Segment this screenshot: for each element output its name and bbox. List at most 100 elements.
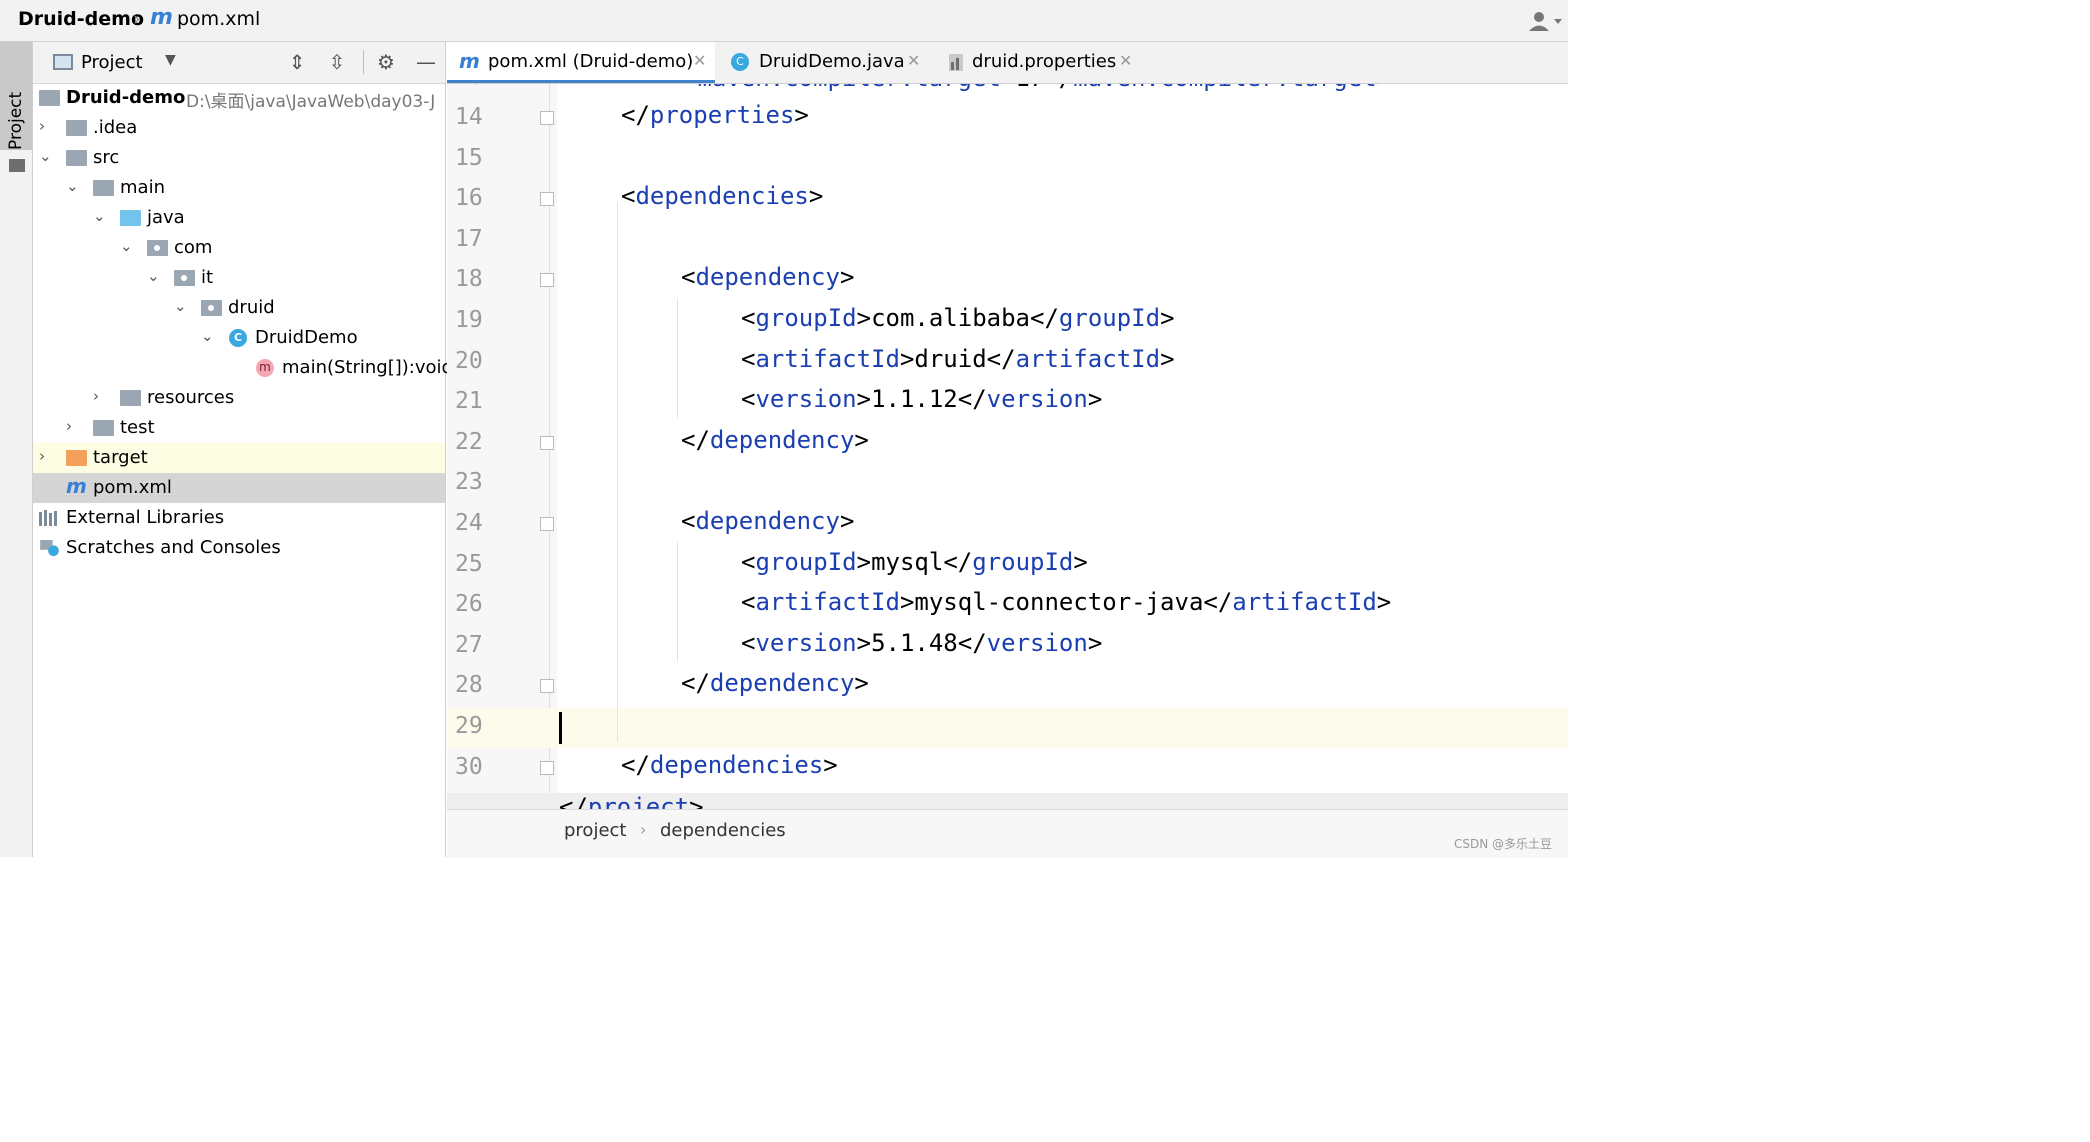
tree-item-label: src [93,147,120,168]
watermark: CSDN @多乐土豆 [1454,837,1553,851]
chevron-right-icon[interactable]: › [93,387,99,405]
expand-all-icon[interactable]: ⇕ [285,50,309,74]
tab-pom-xml[interactable]: m pom.xml (Druid-demo) ✕ [447,42,715,83]
current-line-highlight [447,708,1568,748]
chevron-down-icon[interactable]: ⌄ [39,147,52,165]
code-line[interactable]: <version>5.1.48</version> [741,629,1102,657]
tree-item-label: test [120,417,155,438]
close-icon[interactable]: ✕ [693,51,706,70]
tree-item-druid[interactable]: ⌄ druid [33,293,445,323]
line-number: 26 [455,591,483,618]
code-line[interactable]: <dependency> [681,263,854,291]
code-line[interactable]: <dependencies> [621,182,823,210]
user-account-icon[interactable] [1528,10,1562,32]
fold-marker-icon[interactable] [540,517,554,531]
package-icon [174,270,195,286]
method-icon: m [256,359,274,377]
project-view-selector[interactable]: Project [81,52,143,73]
editor-breadcrumb-bar: project › dependencies [447,809,1568,858]
code-line[interactable]: </properties> [621,101,809,129]
tree-item-resources[interactable]: › resources [33,383,445,413]
indent-guide [677,542,678,662]
tree-item-path: D:\桌面\java\JavaWeb\day03-J [186,92,436,112]
editor-area: m pom.xml (Druid-demo) ✕ C DruidDemo.jav… [447,42,1568,858]
chevron-down-icon[interactable]: ⌄ [147,267,160,285]
tree-item-java[interactable]: ⌄ java [33,203,445,233]
code-line[interactable]: </dependency> [681,426,869,454]
fold-marker-icon[interactable] [540,111,554,125]
breadcrumb-project-tag[interactable]: project [564,820,626,841]
tree-item-src[interactable]: ⌄ src [33,143,445,173]
project-tool-tab[interactable]: Project [0,42,32,172]
tab-druid-properties[interactable]: druid.properties ✕ [941,42,1141,83]
chevron-down-icon[interactable]: ⌄ [174,297,187,315]
chevron-right-icon[interactable]: › [66,417,72,435]
fold-marker-icon[interactable] [540,435,554,450]
tree-item-com[interactable]: ⌄ com [33,233,445,263]
tab-label: DruidDemo.java [759,51,905,72]
libraries-icon [39,510,57,526]
tree-item-label: DruidDemo [255,327,358,348]
java-class-icon: C [229,329,247,347]
code-line[interactable]: <artifactId>druid</artifactId> [741,345,1175,373]
code-line[interactable]: <version>1.1.12</version> [741,385,1102,413]
fold-marker-icon[interactable] [540,760,554,775]
code-line[interactable]: </dependencies> [621,751,838,779]
tab-druiddemo-java[interactable]: C DruidDemo.java ✕ [723,42,923,83]
fold-marker-icon[interactable] [540,192,554,207]
tree-item-scratches[interactable]: Scratches and Consoles [33,533,445,563]
code-line[interactable]: <dependency> [681,507,854,535]
clipped-bottom-line: </project> [447,793,1568,809]
breadcrumb-project[interactable]: Druid-demo [18,8,144,30]
tree-item-druiddemo[interactable]: ⌄ C DruidDemo [33,323,445,353]
scratches-icon [40,540,59,556]
tree-item-label: druid [228,297,275,318]
hide-panel-icon[interactable]: — [414,50,438,74]
tree-item-external-libraries[interactable]: External Libraries [33,503,445,533]
tree-item-main[interactable]: ⌄ main [33,173,445,203]
module-folder-icon [39,90,60,106]
code-line[interactable]: </dependency> [681,669,869,697]
code-line[interactable]: <artifactId>mysql-connector-java</artifa… [741,588,1391,616]
tree-item-test[interactable]: › test [33,413,445,443]
close-icon[interactable]: ✕ [907,51,920,70]
breadcrumb-dependencies-tag[interactable]: dependencies [660,820,786,841]
chevron-down-icon[interactable]: ⌄ [66,177,79,195]
chevron-down-icon[interactable]: ⌄ [120,237,133,255]
tree-item-label: main [120,177,165,198]
tree-item-it[interactable]: ⌄ it [33,263,445,293]
chevron-right-icon[interactable]: › [39,447,45,465]
package-icon [147,240,168,256]
line-number: 18 [455,266,483,293]
chevron-down-icon[interactable]: ⌄ [93,207,106,225]
line-number: 19 [455,307,483,333]
code-line[interactable]: <groupId>com.alibaba</groupId> [741,304,1175,332]
code-line[interactable]: <groupId>mysql</groupId> [741,548,1088,576]
tree-item-main-method[interactable]: m main(String[]):void [33,353,453,383]
line-number: 21 [455,388,483,415]
tree-item-root[interactable]: Druid-demo D:\桌面\java\JavaWeb\day03-J [33,83,445,113]
folder-icon [66,120,87,136]
chevron-right-icon[interactable]: › [39,117,45,135]
tree-item-pom[interactable]: m pom.xml [33,473,445,503]
fold-marker-icon[interactable] [540,679,554,694]
line-number: 25 [455,550,483,577]
tree-item-label: External Libraries [66,507,225,528]
chevron-down-icon[interactable]: ▼ [165,52,176,68]
tree-item-label: resources [147,387,235,408]
chevron-down-icon[interactable]: ⌄ [201,327,214,345]
folder-icon [93,180,114,196]
tree-item-idea[interactable]: › .idea [33,113,445,143]
gear-icon[interactable]: ⚙ [374,50,398,74]
tree-item-label: pom.xml [93,477,172,498]
breadcrumb-file[interactable]: pom.xml [177,8,260,30]
close-icon[interactable]: ✕ [1119,51,1132,70]
maven-icon: m [150,5,173,30]
collapse-all-icon[interactable]: ⇳ [325,50,349,74]
fold-marker-icon[interactable] [540,273,554,288]
tree-item-label: com [174,237,213,258]
tree-item-label: java [147,207,185,228]
tree-item-target[interactable]: › target [33,443,445,473]
tab-label: pom.xml (Druid-demo) [488,51,694,72]
line-number: 22 [455,428,483,455]
